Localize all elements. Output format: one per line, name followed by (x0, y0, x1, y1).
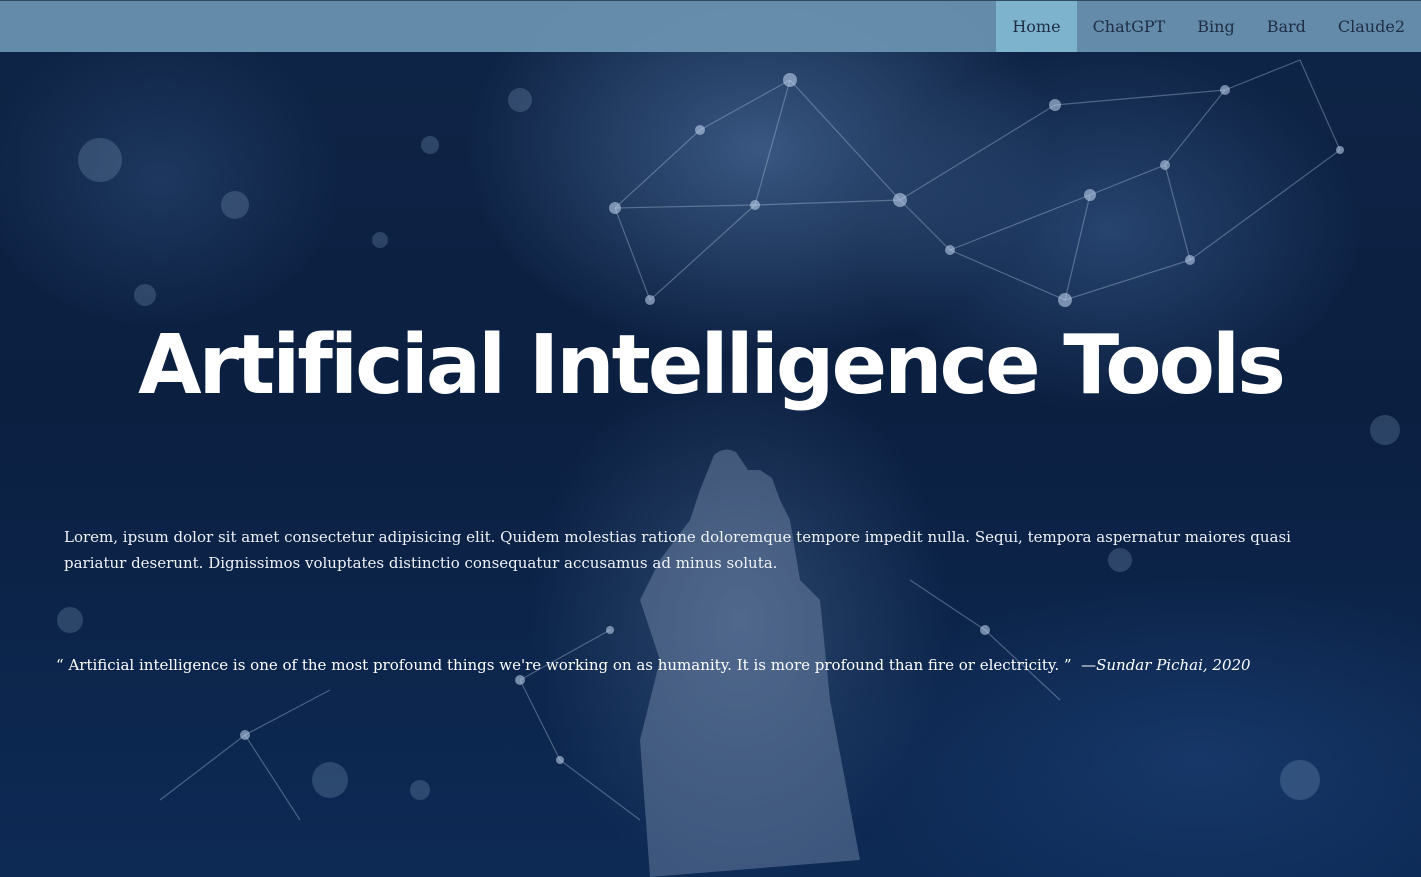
intro-paragraph: Lorem, ipsum dolor sit amet consectetur … (64, 528, 1291, 572)
quote-open-mark: “ (56, 656, 64, 674)
quote-close-mark: ” (1063, 656, 1072, 674)
quote-author: —Sundar Pichai, 2020 (1081, 656, 1251, 674)
network-background-image (57, 59, 1400, 877)
quote-text: Artificial intelligence is one of the mo… (63, 656, 1064, 674)
quote-block: “ Artificial intelligence is one of the … (56, 653, 1376, 677)
nav-item-chatgpt[interactable]: ChatGPT (1077, 1, 1182, 52)
nav-item-bing[interactable]: Bing (1181, 1, 1250, 52)
nav-item-home[interactable]: Home (996, 1, 1077, 52)
nav-item-claude2[interactable]: Claude2 (1322, 1, 1421, 52)
page-title: Artificial Intelligence Tools (138, 318, 1286, 413)
nav-item-bard[interactable]: Bard (1251, 1, 1322, 52)
navbar: Home ChatGPT Bing Bard Claude2 (0, 0, 1421, 52)
nav-menu: Home ChatGPT Bing Bard Claude2 (996, 1, 1421, 52)
page: Home ChatGPT Bing Bard Claude2 Artificia… (0, 0, 1421, 877)
